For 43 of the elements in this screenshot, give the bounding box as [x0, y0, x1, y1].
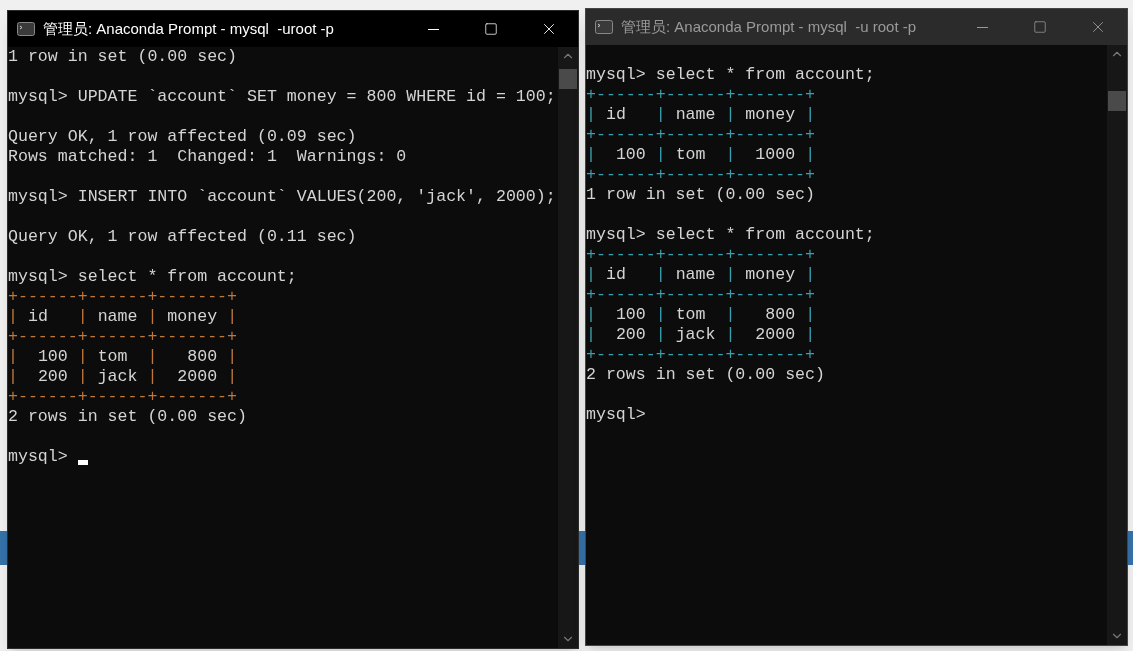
terminal-line: Query OK, 1 row affected (0.09 sec) [8, 127, 357, 147]
window-title: 管理员: Anaconda Prompt - mysql -uroot -p [43, 18, 334, 39]
terminal-line: mysql> INSERT INTO `account` VALUES(200, 'jack', 2000); [8, 187, 556, 207]
scrollbar[interactable] [558, 47, 578, 648]
minimize-icon [427, 28, 439, 30]
table-line: | id | name | money | [586, 105, 816, 125]
table-line: +------+------+-------+ [8, 387, 238, 407]
table-line: | 100 | tom | 800 | [586, 305, 816, 325]
table-line: +------+------+-------+ [586, 125, 816, 145]
table-line: | 200 | jack | 2000 | [586, 325, 816, 345]
table-line: +------+------+-------+ [586, 165, 816, 185]
terminal-line: 2 rows in set (0.00 sec) [8, 407, 247, 427]
scroll-thumb[interactable] [1108, 91, 1126, 111]
terminal-line: mysql> UPDATE `account` SET money = 800 WHERE id = 100; [8, 87, 556, 107]
terminal-line: Query OK, 1 row affected (0.11 sec) [8, 227, 357, 247]
maximize-icon [484, 22, 498, 36]
table-line: +------+------+-------+ [8, 287, 238, 307]
maximize-icon [1033, 20, 1047, 34]
terminal-line: Rows matched: 1 Changed: 1 Warnings: 0 [8, 147, 407, 167]
table-line: +------+------+-------+ [586, 285, 816, 305]
terminal-icon [595, 20, 613, 34]
terminal-line: 2 rows in set (0.00 sec) [586, 365, 825, 385]
table-line: | id | name | money | [586, 265, 816, 285]
table-line: | id | name | money | [8, 307, 238, 327]
table-line: +------+------+-------+ [586, 345, 816, 365]
terminal-line: 1 row in set (0.00 sec) [586, 185, 816, 205]
table-line: +------+------+-------+ [586, 245, 816, 265]
table-line: | 100 | tom | 1000 | [586, 145, 816, 165]
terminal-icon [17, 22, 35, 36]
prompt-text: mysql> [586, 405, 646, 425]
table-line: | 200 | jack | 2000 | [8, 367, 238, 387]
table-line: +------+------+-------+ [586, 85, 816, 105]
minimize-icon [976, 26, 988, 28]
scroll-thumb[interactable] [559, 69, 577, 89]
table-line: | 100 | tom | 800 | [8, 347, 238, 367]
terminal-line: mysql> select * from account; [8, 267, 297, 287]
terminal-line: 1 row in set (0.00 sec) [8, 47, 238, 67]
terminal-line: mysql> select * from account; [586, 65, 875, 85]
scrollbar[interactable] [1107, 45, 1127, 645]
terminal-line: mysql> select * from account; [586, 225, 875, 245]
table-line: +------+------+-------+ [8, 327, 238, 347]
prompt-text: mysql> [8, 447, 68, 467]
window-title: 管理员: Anaconda Prompt - mysql -u root -p [621, 16, 917, 37]
